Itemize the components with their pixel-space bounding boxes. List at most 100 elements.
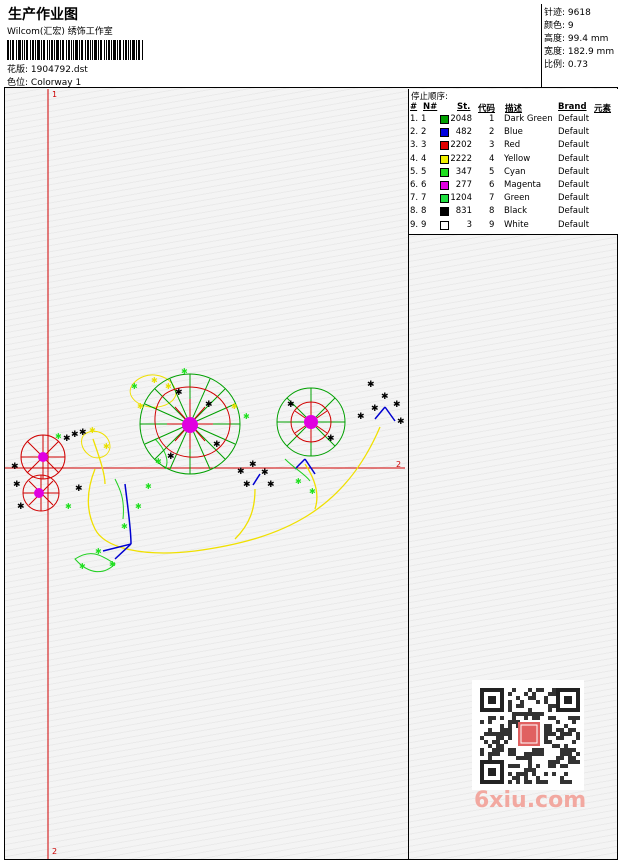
scale-value: 0.73 [567,60,588,70]
stop-row-brand: Default [558,193,590,204]
stop-sequence-title: 停止顺序: [411,92,448,102]
svg-text:✱: ✱ [89,426,96,435]
page-title: 生产作业图 [8,7,78,23]
stop-row-brand: Default [558,219,590,230]
svg-text:✱: ✱ [121,522,128,531]
stitches-value: 9618 [567,8,591,18]
svg-text:✱: ✱ [135,502,142,511]
barcode-icon [7,40,145,60]
svg-text:✱: ✱ [243,412,250,421]
color-swatch-icon [440,181,449,190]
design-line: 花版: 1904792.dst [7,62,88,75]
col-code: 代码 [478,104,496,114]
header-panel: 生产作业图 Wilcom(汇宏) 绣饰工作室 花版: 1904792.dst 色… [4,4,542,88]
design-canvas: ✱ ✱ ✱ ✱ ✱ ✱ ✱ ✱ ✱ ✱ ✱ ✱ ✱ ✱ ✱ ✱ ✱ ✱ ✱ ✱ … [5,89,409,859]
svg-text:✱: ✱ [381,392,389,402]
color-swatch-icon [440,167,449,177]
stop-row: 7. 7 1204 7 Green Default [409,193,618,206]
stop-row: 2. 2 482 2 Blue Default [409,127,618,140]
scale-row: 比例: 0.73 [544,57,588,70]
svg-text:✱: ✱ [393,400,401,410]
colorway-line: 色位: Colorway 1 [7,75,81,88]
stop-row-code: 2 [489,127,495,138]
stop-row-number: 7. [410,193,419,204]
scale-label: 比例: [544,60,566,70]
svg-text:✱: ✱ [95,547,102,556]
stop-row-description: Yellow [504,153,531,164]
svg-text:✱: ✱ [79,562,86,571]
svg-text:✱: ✱ [145,482,152,491]
svg-text:✱: ✱ [249,460,257,470]
stop-row-number: 1. [410,114,419,124]
svg-text:✱: ✱ [71,430,79,440]
width-label: 宽度: [544,47,566,57]
height-row: 高度: 99.4 mm [544,31,608,44]
stop-row-brand: Default [558,114,590,124]
stop-row-description: Blue [504,127,523,138]
stop-row: 6. 6 277 6 Magenta Default [409,180,618,193]
stop-sequence-panel: 停止顺序: # N# St. 代码 描述 Brand 元素 1. 1 2048 1 Da… [409,89,618,235]
svg-text:✱: ✱ [175,388,183,398]
stop-row: 5. 5 347 5 Cyan Default [409,167,618,180]
colors-value: 9 [567,21,574,31]
svg-text:✱: ✱ [371,404,379,414]
stop-row-description: White [504,219,529,230]
stop-row-number: 3. [410,140,419,151]
stop-row-n: 8 [421,206,427,217]
color-swatch-icon [440,194,449,204]
stop-row-n: 9 [421,219,427,230]
right-flower-center-icon [304,415,318,429]
stop-row-brand: Default [558,153,590,164]
height-label: 高度: [544,34,566,44]
svg-text:✱: ✱ [357,412,365,422]
stitches-label: 针迹: [544,8,566,18]
svg-text:✱: ✱ [13,480,21,490]
stop-row-stitches: 482 [455,127,472,138]
svg-text:✱: ✱ [55,432,62,441]
col-desc: 描述 [505,104,523,114]
green-seed-stars: ✱ ✱ ✱ ✱ ✱ ✱ ✱ ✱ ✱ ✱ ✱ ✱ ✱ ✱ [55,367,316,571]
svg-text:✱: ✱ [167,452,175,462]
svg-text:✱: ✱ [237,467,245,477]
svg-text:✱: ✱ [155,457,162,466]
stop-row-n: 1 [421,114,427,124]
svg-text:✱: ✱ [63,434,71,444]
watermark-text: 6xiu.com [474,788,587,813]
color-swatch-icon [440,141,449,151]
stop-row-n: 6 [421,180,427,190]
color-swatch-icon [440,220,449,230]
svg-text:✱: ✱ [309,487,316,496]
width-value: 182.9 mm [567,47,615,57]
svg-text:✱: ✱ [151,376,158,385]
svg-text:✱: ✱ [295,477,302,486]
stop-row-stitches: 3 [466,219,472,230]
svg-text:✱: ✱ [243,480,251,490]
stitches-row: 针迹: 9618 [544,5,591,18]
stop-row-n: 4 [421,153,427,164]
svg-text:✱: ✱ [75,484,83,494]
svg-text:✱: ✱ [17,502,25,512]
stop-row-code: 7 [489,193,495,204]
axis-bottom-label: 2 [52,847,58,856]
stop-row-description: Green [504,193,530,204]
stop-row-code: 9 [489,219,495,230]
svg-text:✱: ✱ [267,480,275,490]
info-panel: 针迹: 9618 颜色: 9 高度: 99.4 mm 宽度: 182.9 mm … [542,4,618,88]
color-swatch-icon [440,207,449,217]
stop-row-brand: Default [558,180,590,190]
stop-row-n: 2 [421,127,427,138]
black-seed-stars: ✱ ✱ ✱ ✱ ✱ ✱ ✱ ✱ ✱ ✱ ✱ ✱ ✱ ✱ ✱ ✱ ✱ ✱ ✱ ✱ … [11,380,405,512]
svg-text:✱: ✱ [327,434,335,444]
svg-text:✱: ✱ [109,560,116,569]
stop-row-number: 5. [410,166,419,177]
colorway-label: 色位: [7,78,29,88]
axis-right-label: 2 [396,460,402,469]
stop-row-description: Magenta [504,180,542,190]
svg-text:✱: ✱ [205,400,213,410]
stop-row-brand: Default [558,127,590,138]
height-value: 99.4 mm [567,34,609,44]
stop-row-brand: Default [558,140,590,151]
stop-row-n: 7 [421,193,427,204]
stop-row-code: 8 [489,206,495,217]
svg-text:✱: ✱ [79,428,87,438]
